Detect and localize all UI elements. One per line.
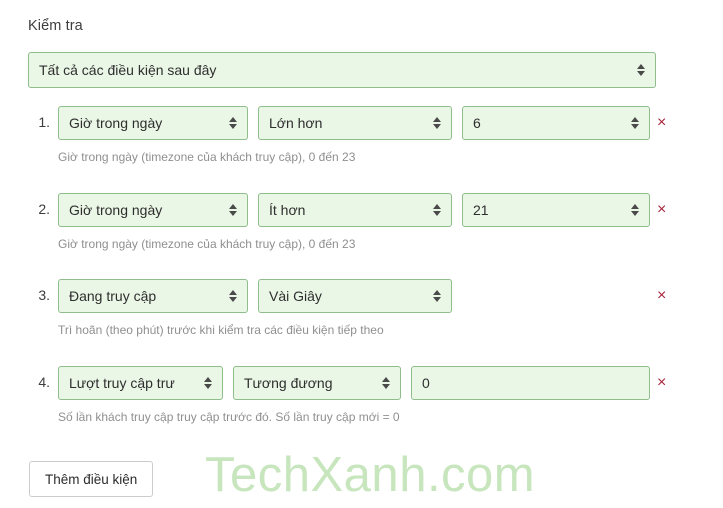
add-condition-button[interactable]: Thêm điều kiện — [29, 461, 154, 497]
condition-subject-value: Đang truy cập — [69, 288, 157, 304]
condition-helper-text: Giờ trong ngày (timezone của khách truy … — [58, 150, 356, 164]
watermark-text: TechXanh.com — [205, 448, 536, 502]
condition-value: 21 — [473, 202, 489, 218]
remove-condition-icon[interactable]: × — [657, 114, 666, 132]
condition-operator-select[interactable]: Ít hơn — [258, 193, 452, 227]
condition-subject-select[interactable]: Lượt truy cập trư — [58, 366, 223, 400]
page-title: Kiểm tra — [28, 18, 83, 34]
condition-builder-panel: Kiểm tra Tất cả các điều kiện sau đây 1.… — [0, 0, 723, 508]
condition-operator-select[interactable]: Lớn hơn — [258, 106, 452, 140]
condition-subject-select[interactable]: Giờ trong ngày — [58, 106, 248, 140]
stepper-updown-icon[interactable] — [431, 285, 443, 307]
condition-subject-value: Giờ trong ngày — [69, 115, 163, 131]
stepper-updown-icon[interactable] — [380, 372, 392, 394]
condition-value: 0 — [422, 375, 430, 391]
condition-subject-value: Lượt truy cập trư — [69, 375, 175, 391]
condition-subject-select[interactable]: Đang truy cập — [58, 279, 248, 313]
condition-operator-select[interactable]: Vài Giây — [258, 279, 452, 313]
condition-helper-text: Giờ trong ngày (timezone của khách truy … — [58, 237, 356, 251]
condition-index: 2. — [38, 201, 50, 217]
condition-index: 1. — [38, 114, 50, 130]
condition-helper-text: Số lần khách truy cập truy cập trước đó.… — [58, 410, 400, 424]
condition-operator-select[interactable]: Tương đương — [233, 366, 401, 400]
stepper-updown-icon[interactable] — [635, 59, 647, 81]
stepper-updown-icon[interactable] — [629, 199, 641, 221]
condition-value-select[interactable]: 6 — [462, 106, 650, 140]
stepper-updown-icon[interactable] — [431, 199, 443, 221]
stepper-updown-icon[interactable] — [629, 112, 641, 134]
remove-condition-icon[interactable]: × — [657, 287, 666, 305]
stepper-updown-icon[interactable] — [431, 112, 443, 134]
condition-operator-value: Lớn hơn — [269, 115, 323, 131]
condition-operator-value: Vài Giây — [269, 288, 322, 304]
condition-value: 6 — [473, 115, 481, 131]
condition-index: 3. — [38, 287, 50, 303]
condition-subject-select[interactable]: Giờ trong ngày — [58, 193, 248, 227]
condition-index: 4. — [38, 374, 50, 390]
condition-helper-text: Trì hoãn (theo phút) trước khi kiểm tra … — [58, 323, 384, 337]
remove-condition-icon[interactable]: × — [657, 374, 666, 392]
condition-operator-value: Ít hơn — [269, 202, 306, 218]
condition-operator-value: Tương đương — [244, 375, 333, 391]
stepper-updown-icon[interactable] — [227, 112, 239, 134]
match-type-select[interactable]: Tất cả các điều kiện sau đây — [28, 52, 656, 88]
condition-value-input[interactable]: 0 — [411, 366, 650, 400]
match-type-value: Tất cả các điều kiện sau đây — [39, 62, 217, 78]
remove-condition-icon[interactable]: × — [657, 201, 666, 219]
condition-value-select[interactable]: 21 — [462, 193, 650, 227]
condition-subject-value: Giờ trong ngày — [69, 202, 163, 218]
stepper-updown-icon[interactable] — [227, 285, 239, 307]
stepper-updown-icon[interactable] — [202, 372, 214, 394]
stepper-updown-icon[interactable] — [227, 199, 239, 221]
